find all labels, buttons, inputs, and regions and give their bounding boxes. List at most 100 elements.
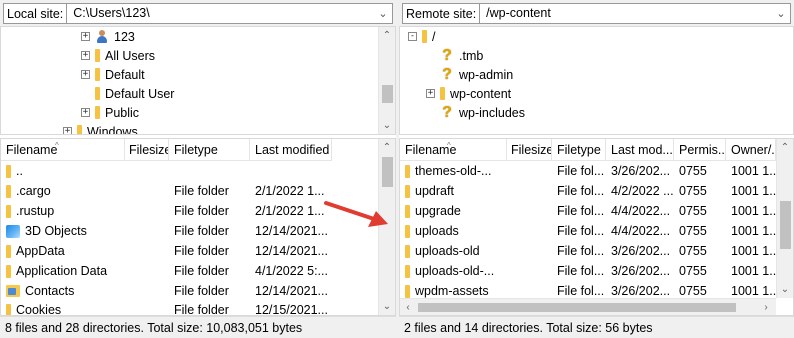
scroll-down-icon[interactable]: ⌄ <box>777 281 793 298</box>
local-pane: Local site: C:\Users\123\ ⌄ + 123 + All … <box>0 0 396 338</box>
expand-icon[interactable]: + <box>426 89 435 98</box>
remote-column-header: ^ Filename Filesize Filetype Last mod...… <box>400 139 776 161</box>
scroll-down-icon[interactable]: ⌄ <box>379 117 395 134</box>
file-name: wpdm-assets <box>415 284 489 298</box>
column-filetype[interactable]: Filetype <box>169 139 250 161</box>
tree-item[interactable]: ? wp-admin <box>426 65 513 84</box>
file-type: File folder <box>174 184 229 198</box>
tree-vertical-scrollbar[interactable]: ⌃ ⌄ <box>378 27 395 134</box>
sort-ascending-icon: ^ <box>55 141 59 150</box>
scroll-left-icon[interactable]: ‹ <box>400 299 416 315</box>
folder-icon <box>6 264 11 278</box>
column-permissions[interactable]: Permis... <box>674 139 726 161</box>
red-arrow-icon <box>324 201 388 227</box>
remote-file-horizontal-scrollbar[interactable]: ‹ › <box>400 298 776 315</box>
file-row[interactable]: themes-old-... File fol... 3/26/202... 0… <box>400 161 776 181</box>
file-modified: 3/26/202... <box>611 284 671 298</box>
tree-item[interactable]: ? .tmb <box>426 46 483 65</box>
file-owner: 1001 1... <box>731 224 776 238</box>
file-row[interactable]: Cookies File folder 12/15/2021... <box>1 300 332 315</box>
file-row[interactable]: updraft File fol... 4/2/2022 ... 0755 10… <box>400 181 776 201</box>
scrollbar-thumb[interactable] <box>382 157 393 187</box>
folder-icon <box>405 284 410 298</box>
file-name: 3D Objects <box>25 224 87 238</box>
file-row[interactable]: Application Data File folder 4/1/2022 5:… <box>1 261 332 281</box>
tree-item[interactable]: + Default <box>81 65 145 84</box>
file-row[interactable]: .cargo File folder 2/1/2022 1... <box>1 181 332 201</box>
tree-item[interactable]: - / <box>408 27 435 46</box>
question-icon: ? <box>442 103 452 121</box>
tree-item-label: / <box>432 29 436 44</box>
file-permissions: 0755 <box>679 284 707 298</box>
tree-item[interactable]: Default User <box>81 84 174 103</box>
file-row[interactable]: Contacts File folder 12/14/2021... <box>1 281 332 301</box>
tree-item[interactable]: ? wp-includes <box>426 103 525 122</box>
scroll-up-icon[interactable]: ⌃ <box>777 139 793 156</box>
scroll-right-icon[interactable]: › <box>758 299 774 315</box>
file-row-uploads[interactable]: uploads File fol... 4/4/2022... 0755 100… <box>400 221 776 241</box>
tree-item[interactable]: + wp-content <box>426 84 511 103</box>
file-row[interactable]: .. <box>1 161 332 181</box>
folder-icon <box>95 49 100 62</box>
scrollbar-thumb[interactable] <box>780 201 791 249</box>
file-owner: 1001 1... <box>731 264 776 278</box>
column-filename[interactable]: ^ Filename <box>1 139 125 161</box>
scrollbar-thumb[interactable] <box>382 85 393 103</box>
file-modified: 4/4/2022... <box>611 224 671 238</box>
expand-icon[interactable]: + <box>81 70 90 79</box>
file-type: File folder <box>174 264 229 278</box>
remote-site-label: Remote site: <box>402 2 481 24</box>
tree-item-label: wp-includes <box>459 105 526 120</box>
file-row[interactable]: AppData File folder 12/14/2021... <box>1 241 332 261</box>
scroll-up-icon[interactable]: ⌃ <box>379 27 395 44</box>
remote-file-vertical-scrollbar[interactable]: ⌃ ⌄ <box>776 139 793 298</box>
file-row[interactable]: uploads-old-... File fol... 3/26/202... … <box>400 261 776 281</box>
file-type: File fol... <box>557 264 605 278</box>
chevron-down-icon[interactable]: ⌄ <box>772 7 790 20</box>
file-type: File fol... <box>557 164 605 178</box>
expand-icon[interactable]: + <box>81 51 90 60</box>
file-row[interactable]: .rustup File folder 2/1/2022 1... <box>1 201 332 221</box>
scroll-up-icon[interactable]: ⌃ <box>379 139 395 156</box>
scroll-down-icon[interactable]: ⌄ <box>379 298 395 315</box>
column-owner[interactable]: Owner/... <box>726 139 776 161</box>
column-filename[interactable]: ^ Filename <box>400 139 507 161</box>
question-icon: ? <box>442 65 452 83</box>
remote-path-combo[interactable]: /wp-content ⌄ <box>480 2 791 24</box>
tree-item[interactable]: + Windows <box>63 122 138 135</box>
file-row[interactable]: upgrade File fol... 4/4/2022... 0755 100… <box>400 201 776 221</box>
local-path-combo[interactable]: C:\Users\123\ ⌄ <box>67 2 393 24</box>
file-modified: 12/14/2021... <box>255 284 328 298</box>
file-owner: 1001 1... <box>731 204 776 218</box>
tree-item-label: Windows <box>87 124 138 135</box>
file-row[interactable]: 3D Objects File folder 12/14/2021... <box>1 221 332 241</box>
folder-icon <box>6 244 11 258</box>
column-last-modified[interactable]: Last mod... <box>606 139 674 161</box>
expand-icon[interactable]: + <box>63 127 72 134</box>
tree-item-label: 123 <box>114 29 135 44</box>
local-dir-tree: + 123 + All Users + Default Default User… <box>0 26 396 135</box>
tree-item[interactable]: + 123 <box>81 27 135 46</box>
chevron-down-icon[interactable]: ⌄ <box>374 7 392 20</box>
file-type: File fol... <box>557 184 605 198</box>
column-last-modified[interactable]: Last modified <box>250 139 332 161</box>
column-filetype[interactable]: Filetype <box>552 139 606 161</box>
expand-icon[interactable]: + <box>81 32 90 41</box>
remote-site-bar: Remote site: /wp-content ⌄ <box>399 0 794 26</box>
remote-path-input[interactable]: /wp-content <box>486 6 772 20</box>
folder-icon <box>6 303 11 315</box>
file-type: File fol... <box>557 204 605 218</box>
expand-icon[interactable]: + <box>81 108 90 117</box>
file-type: File folder <box>174 284 229 298</box>
3d-objects-icon <box>6 224 20 238</box>
file-row[interactable]: uploads-old File fol... 3/26/202... 0755… <box>400 241 776 261</box>
tree-item[interactable]: + All Users <box>81 46 155 65</box>
folder-icon <box>405 224 410 238</box>
column-filesize[interactable]: Filesize <box>125 139 169 161</box>
column-filesize[interactable]: Filesize <box>507 139 552 161</box>
tree-item[interactable]: + Public <box>81 103 139 122</box>
file-modified: 3/26/202... <box>611 244 671 258</box>
local-path-input[interactable]: C:\Users\123\ <box>73 6 374 20</box>
scrollbar-thumb[interactable] <box>418 303 736 312</box>
collapse-icon[interactable]: - <box>408 32 417 41</box>
